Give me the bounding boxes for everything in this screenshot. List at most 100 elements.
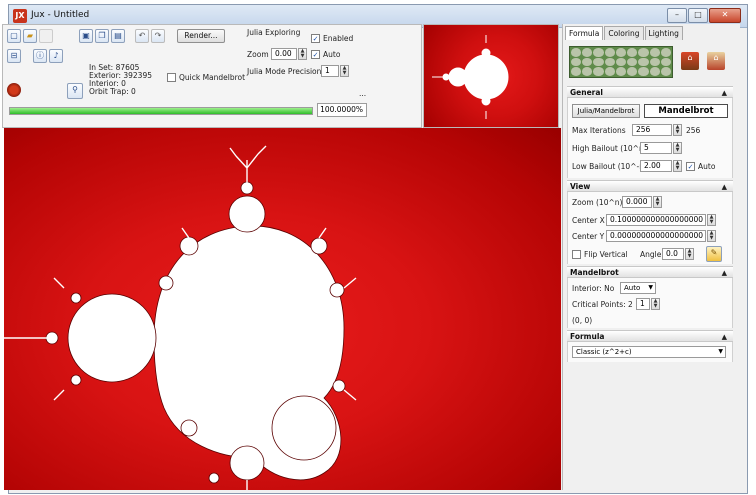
fractal-canvas[interactable] [4, 128, 561, 490]
general-section-header[interactable]: General ▲ [567, 86, 733, 98]
tab-formula[interactable]: Formula [565, 26, 604, 40]
minimize-button[interactable]: – [667, 8, 687, 23]
low-bailout-label: Low Bailout (10^-n) [572, 162, 647, 171]
angle-input[interactable]: 0.0 [662, 248, 684, 260]
preset-swatch[interactable] [571, 48, 582, 57]
export-icon[interactable]: ⊟ [7, 49, 21, 63]
center-y-input[interactable]: 0.000000000000000000 [606, 230, 706, 242]
preset-swatch[interactable] [604, 57, 615, 67]
blank-tool-button[interactable] [39, 29, 53, 43]
tab-lighting[interactable]: Lighting [644, 26, 683, 40]
auto-zoom-checkbox[interactable]: ✓ [311, 50, 320, 59]
new-document-icon[interactable]: ▢ [7, 29, 21, 43]
preset-swatch[interactable] [604, 48, 615, 57]
center-x-input[interactable]: 0.100000000000000000 [606, 214, 706, 226]
preset-load-icon[interactable]: ⌂ [707, 52, 725, 70]
record-icon[interactable] [7, 83, 21, 97]
view-zoom-spin[interactable]: ▲ ▼ [653, 196, 662, 208]
quick-mandelbrot-checkbox[interactable] [167, 73, 176, 82]
critical-points-spin[interactable]: ▲ ▼ [651, 298, 660, 310]
preset-swatch[interactable] [638, 48, 649, 57]
angle-label: Angle [640, 250, 662, 259]
preset-swatch[interactable] [660, 67, 671, 76]
zoom-input[interactable]: 0.00 [271, 48, 297, 60]
preset-swatch[interactable] [571, 67, 582, 76]
preset-swatch[interactable] [571, 57, 582, 67]
rotate-tool-icon[interactable]: ✎ [706, 246, 722, 262]
interior-select[interactable]: Auto ▼ [620, 282, 656, 294]
max-iterations-input[interactable]: 256 [632, 124, 672, 136]
preset-swatch[interactable] [649, 57, 660, 67]
preset-swatch[interactable] [627, 48, 638, 57]
undo-icon[interactable]: ↶ [135, 29, 149, 43]
formula-select[interactable]: Classic (z^2+c) ▼ [572, 346, 726, 358]
open-folder-icon[interactable]: ▰ [23, 29, 37, 43]
center-x-label: Center X [572, 216, 605, 225]
view-zoom-input[interactable]: 0.000 [622, 196, 652, 208]
angle-spin[interactable]: ▲ ▼ [685, 248, 694, 260]
mandelbrot-section-header[interactable]: Mandelbrot ▲ [567, 266, 733, 278]
julia-preview[interactable] [423, 24, 559, 128]
close-button[interactable]: ✕ [709, 8, 741, 23]
music-icon[interactable]: ♪ [49, 49, 63, 63]
app-icon: JX [13, 9, 27, 23]
preset-swatch[interactable] [582, 57, 593, 67]
preset-swatch[interactable] [649, 48, 660, 57]
low-bailout-spin[interactable]: ▲ ▼ [673, 160, 682, 172]
save-icon[interactable]: ▣ [79, 29, 93, 43]
tab-coloring[interactable]: Coloring [604, 26, 644, 40]
low-bailout-auto-label: Auto [698, 162, 716, 171]
preset-save-icon[interactable]: ⌂ [681, 52, 699, 70]
center-x-spin[interactable]: ▲ ▼ [707, 214, 716, 226]
max-iterations-readout: 256 [686, 126, 701, 135]
preset-swatch[interactable] [660, 57, 671, 67]
low-bailout-input[interactable]: 2.00 [640, 160, 672, 172]
preset-swatch[interactable] [593, 67, 604, 76]
zoom-spin-arrows[interactable]: ▲ ▼ [298, 48, 307, 60]
preset-swatch[interactable] [660, 48, 671, 57]
julia-preview-image [432, 35, 509, 119]
preset-swatch[interactable] [638, 67, 649, 76]
maximize-button[interactable]: □ [688, 8, 708, 23]
view-section-header[interactable]: View ▲ [567, 180, 733, 192]
preset-swatch[interactable] [615, 67, 627, 76]
critical-points-input[interactable]: 1 [636, 298, 650, 310]
preset-swatch[interactable] [604, 67, 615, 76]
view-zoom-label: Zoom (10^n) [572, 198, 623, 207]
paste-icon[interactable]: ▤ [111, 29, 125, 43]
mandelbrot-section-body: Interior: No Auto ▼ Critical Points: 2 1… [567, 278, 733, 328]
preset-swatch[interactable] [627, 67, 638, 76]
mandelbrot-mode-button[interactable]: Mandelbrot [644, 104, 728, 118]
flip-vertical-checkbox[interactable] [572, 250, 581, 259]
low-bailout-auto-checkbox[interactable]: ✓ [686, 162, 695, 171]
copy-icon[interactable]: ❐ [95, 29, 109, 43]
enabled-checkbox[interactable]: ✓ [311, 34, 320, 43]
julia-mandelbrot-button[interactable]: Julia/Mandelbrot [572, 104, 640, 118]
info-icon[interactable]: ⓘ [33, 49, 47, 63]
max-iterations-spin[interactable]: ▲ ▼ [673, 124, 682, 136]
magnifier-icon[interactable]: ⚲ [67, 83, 83, 99]
preset-swatch[interactable] [593, 48, 604, 57]
center-y-spin[interactable]: ▲ ▼ [707, 230, 716, 242]
formula-select-value: Classic (z^2+c) [576, 348, 632, 356]
preset-swatch[interactable] [593, 57, 604, 67]
high-bailout-spin[interactable]: ▲ ▼ [673, 142, 682, 154]
render-button[interactable]: Render... [177, 29, 225, 43]
preset-swatch[interactable] [649, 67, 660, 76]
high-bailout-input[interactable]: 5 [640, 142, 672, 154]
preset-swatch[interactable] [582, 48, 593, 57]
formula-preset-grid[interactable] [569, 46, 673, 78]
formula-section-header[interactable]: Formula ▲ [567, 330, 733, 342]
julia-precision-spin-arrows[interactable]: ▲ ▼ [340, 65, 349, 77]
preset-swatch[interactable] [615, 57, 627, 67]
formula-section-title: Formula [570, 332, 605, 341]
julia-precision-input[interactable]: 1 [321, 65, 339, 77]
preset-swatch[interactable] [582, 67, 593, 76]
zoom-label: Zoom [247, 50, 269, 59]
redo-icon[interactable]: ↷ [151, 29, 165, 43]
preset-swatch[interactable] [638, 57, 649, 67]
window-title: Jux - Untitled [31, 10, 90, 20]
preset-swatch[interactable] [627, 57, 638, 67]
auto-zoom-label: Auto [323, 50, 341, 59]
preset-swatch[interactable] [615, 48, 627, 57]
